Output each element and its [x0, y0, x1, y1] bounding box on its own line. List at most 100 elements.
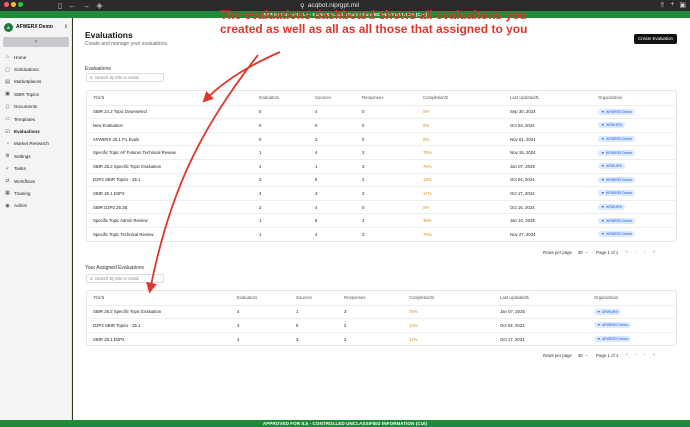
- table-row[interactable]: D2P2 SBIR Topics - 25.1 3 5 2 13% Oct 04, 202…: [87, 318, 676, 332]
- column-header-last-updated[interactable]: Last Updated ⇅: [500, 291, 529, 305]
- sort-icon: ⇅: [100, 94, 105, 100]
- column-header-sources: Sources: [296, 291, 312, 305]
- sidebar-item-marketplaces[interactable]: ▤ Marketplaces: [4, 76, 68, 88]
- sidebar-item-home[interactable]: ⌂ Home: [4, 51, 68, 63]
- column-header-label: Evaluators: [237, 295, 258, 301]
- column-header-label: Last Updated: [500, 295, 526, 301]
- evaluations-pagination: Rows per page 30 ⌄ Page 1 of 1 « ‹ › »: [543, 249, 655, 255]
- title-cell: SBIR D2P2 25.2B: [93, 204, 128, 210]
- sidebar-item-templates[interactable]: ▭ Templates: [4, 113, 68, 125]
- column-header-last-updated[interactable]: Last Updated ⇅: [510, 91, 539, 105]
- column-header-label: Sources: [296, 295, 312, 301]
- table-row[interactable]: SBIR 25.2 Specific Topic Evaluation 4 1 3 75…: [87, 158, 676, 173]
- table-row[interactable]: SBIR 25.1 D2P2 4 3 2 17% Oct 17, 2024 ▼ AFWERX …: [87, 186, 676, 200]
- column-header-title[interactable]: Title ⇅: [93, 91, 105, 105]
- updated-cell: Nov 01, 2024: [510, 136, 536, 142]
- close-window-button[interactable]: [4, 2, 9, 7]
- sources-cell: 3: [315, 190, 318, 196]
- evaluators-cell: 4: [259, 163, 262, 169]
- share-icon[interactable]: ⇪: [659, 1, 665, 9]
- org-badge-label: AFWERX Demo: [606, 177, 633, 182]
- sort-icon: ⇅: [430, 294, 435, 300]
- sources-cell: 3: [296, 336, 299, 342]
- forward-arrow-icon[interactable]: →: [82, 1, 90, 10]
- shield-icon[interactable]: ◈: [96, 1, 102, 10]
- column-header-label: Organization: [598, 95, 623, 101]
- sidebar-item-settings[interactable]: ⚙ Settings: [4, 150, 68, 162]
- collapse-sidebar-button[interactable]: ‹: [3, 37, 69, 47]
- next-page-icon[interactable]: ›: [644, 249, 646, 255]
- org-badge: ▼ AFWERX Demo: [598, 108, 636, 115]
- org-switcher[interactable]: A AFWERX Demo ⇕: [4, 21, 68, 33]
- table-row[interactable]: Specific Topic Admin Review 1 8 3 38% Jan 10,…: [87, 213, 676, 227]
- updated-cell: Jan 10, 2025: [510, 218, 535, 224]
- page-indicator: Page 1 of 1: [596, 352, 619, 358]
- table-row[interactable]: SBIR 25.1 D2P2 4 3 2 17% Oct 17, 2024 ▼ AFWERX …: [87, 331, 676, 346]
- sidebar-item-evaluations[interactable]: ☑ Evaluations: [4, 125, 68, 137]
- title-cell: SBIR 25.2 Specific Topic Evaluation: [93, 309, 162, 315]
- org-badge: ▼ AFWERX Demo: [598, 149, 636, 156]
- rows-per-page-select[interactable]: 30: [578, 250, 583, 255]
- assigned-section-label: Your Assigned Evaluations: [85, 265, 145, 271]
- prev-page-icon[interactable]: ‹: [635, 249, 637, 255]
- sidebar-item-workflows[interactable]: ⇄ Workflows: [4, 175, 68, 187]
- evaluations-icon: ☑: [5, 128, 10, 135]
- org-shield-icon: ▼: [601, 123, 605, 128]
- next-page-icon[interactable]: ›: [644, 352, 646, 358]
- column-header-title[interactable]: Title ⇅: [93, 291, 105, 305]
- chevron-down-icon: ⌄: [584, 352, 589, 357]
- sources-cell: 0: [315, 122, 318, 128]
- organization-cell: ▼ AFWERX Demo: [598, 146, 636, 159]
- table-row[interactable]: Specific Topic Technical Review 1 4 3 75% Nov…: [87, 226, 676, 241]
- table-row[interactable]: D2P2 SBIR Topics - 25.1 3 5 2 13% Oct 04, 202…: [87, 172, 676, 187]
- sidebar-item-sbir-topics[interactable]: ▣ SBIR Topics: [4, 88, 68, 100]
- sidebar-item-market-research[interactable]: ◔ Market Research: [4, 138, 68, 150]
- first-page-icon[interactable]: «: [625, 249, 628, 255]
- table-row[interactable]: SBIR D2P2 25.2B 2 4 0 0% Oct 16, 2024 ▼ AFWLIRX: [87, 199, 676, 214]
- completion-cell: 75%: [423, 150, 432, 156]
- back-arrow-icon[interactable]: ←: [68, 1, 76, 10]
- tabs-overview-icon[interactable]: ▣: [679, 1, 686, 9]
- column-header-label: Responses: [344, 295, 366, 301]
- table-row[interactable]: New Evaluation 0 0 0 0% Oct 03, 2024 ▼ AFWLIRX: [87, 118, 676, 132]
- organization-cell: ▼ AFWERX Demo: [594, 319, 632, 332]
- window-controls: [4, 2, 23, 7]
- new-tab-icon[interactable]: +: [670, 1, 674, 9]
- first-page-icon[interactable]: «: [625, 352, 628, 358]
- sidebar-item-documents[interactable]: ▯ Documents: [4, 101, 68, 113]
- column-header-completion[interactable]: Completion ⇅: [423, 91, 448, 105]
- org-badge-label: AFWLIRX: [606, 123, 623, 128]
- evaluations-search-input[interactable]: ⌕ Search by title or email: [86, 73, 164, 82]
- column-header-label: Title: [93, 95, 101, 101]
- sidebar-item-training[interactable]: ▦ Training: [4, 187, 68, 199]
- updated-cell: Sep 30, 2024: [510, 109, 536, 115]
- sidebar-toggle-icon[interactable]: ▯: [58, 1, 62, 10]
- sidebar-item-tasks[interactable]: ✓ Tasks: [4, 163, 68, 175]
- table-row[interactable]: SBIR 25.2 Specific Topic Evaluation 4 1 3 75…: [87, 304, 676, 319]
- completion-cell: 38%: [423, 218, 432, 224]
- maximize-window-button[interactable]: [18, 2, 23, 7]
- rows-per-page-select[interactable]: 30: [578, 353, 583, 358]
- create-evaluation-button[interactable]: Create Evaluation: [634, 34, 677, 44]
- sidebar-item-admin[interactable]: ◉ Admin: [4, 200, 68, 212]
- title-cell: SBIR 25.1 D2P2: [93, 190, 125, 196]
- minimize-window-button[interactable]: [11, 2, 16, 7]
- prev-page-icon[interactable]: ‹: [635, 352, 637, 358]
- assigned-search-input[interactable]: ⌕ Search by title or email: [86, 274, 164, 283]
- table-row[interactable]: Specific Topic AF Futures Technical Revi…: [87, 145, 676, 159]
- last-page-icon[interactable]: »: [652, 249, 655, 255]
- search-icon: ⌕: [90, 275, 93, 282]
- table-row[interactable]: SBIR 24.2 Topic Downselect 0 4 0 0% Sep 30, 2…: [87, 104, 676, 119]
- main-content: Evaluations Create and manage your evalu…: [73, 18, 690, 420]
- organization-cell: ▼ AFWLIRX: [594, 306, 622, 319]
- sidebar-item-label: Marketplaces: [14, 79, 42, 85]
- title-cell: Specific Topic AF Futures Technical Revi…: [93, 150, 176, 156]
- sources-cell: 1: [296, 309, 299, 315]
- column-header-completion[interactable]: Completion ⇅: [409, 291, 434, 305]
- sources-cell: 8: [315, 218, 318, 224]
- sidebar-item-solicitations[interactable]: ▢ Solicitations: [4, 63, 68, 75]
- column-header-label: Last Updated: [510, 95, 536, 101]
- org-badge: ▼ AFWLIRX: [594, 308, 622, 315]
- table-row[interactable]: AFWERX 25.1 P1 Evals 0 3 0 0% Nov 01, 2024 ▼ AF…: [87, 131, 676, 146]
- last-page-icon[interactable]: »: [652, 352, 655, 358]
